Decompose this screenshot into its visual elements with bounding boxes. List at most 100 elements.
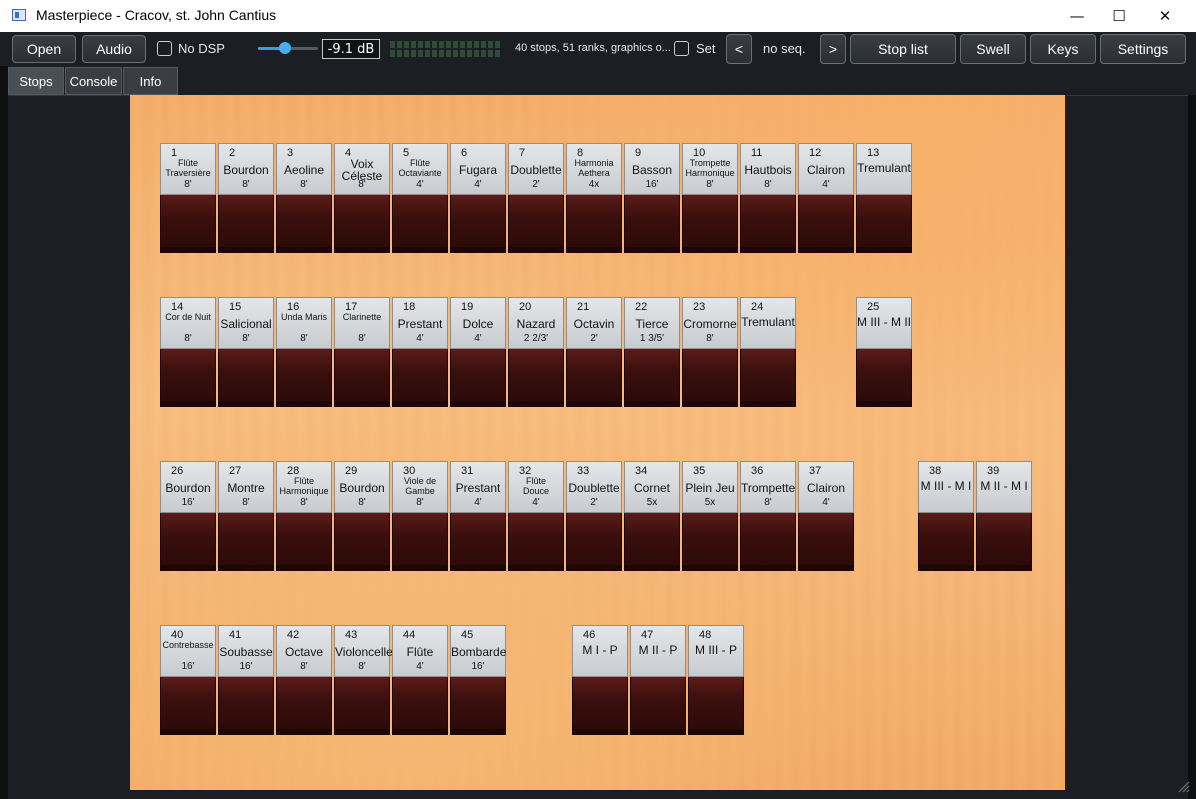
stop-tab[interactable]: 27 Montre 8' (218, 461, 274, 571)
stop-tab[interactable]: 19 Dolce 4' (450, 297, 506, 407)
stop-tab[interactable]: 34 Cornet 5x (624, 461, 680, 571)
stop-tab[interactable]: 11 Hautbois 8' (740, 143, 796, 253)
stop-number: 7 (519, 147, 526, 159)
stop-label-plate: 10 Trompette Harmonique 8' (682, 143, 738, 195)
stop-name: Prestant (397, 317, 443, 331)
stop-tab-body (508, 195, 564, 253)
stop-pitch: 16' (181, 661, 195, 672)
stop-name: Flûte (406, 645, 434, 659)
stop-list-button[interactable]: Stop list (850, 34, 956, 64)
stop-tab[interactable]: 7 Doublette 2' (508, 143, 564, 253)
stop-tab[interactable]: 45 Bombarde 16' (450, 625, 506, 735)
stop-tab[interactable]: 13 Tremulant (856, 143, 912, 253)
stop-name: Aeoline (283, 163, 325, 177)
stop-pitch: 1 3/5' (639, 333, 665, 344)
stop-pitch: 8' (242, 179, 250, 190)
stop-tab[interactable]: 35 Plein Jeu 5x (682, 461, 738, 571)
stop-tab[interactable]: 2 Bourdon 8' (218, 143, 274, 253)
stop-tab[interactable]: 3 Aeoline 8' (276, 143, 332, 253)
stop-tab[interactable]: 22 Tierce 1 3/5' (624, 297, 680, 407)
title-bar: Masterpiece - Cracov, st. John Cantius —… (0, 0, 1196, 32)
stop-tab[interactable]: 4 Voix Céleste 8' (334, 143, 390, 253)
stop-tab[interactable]: 43 Violoncelle 8' (334, 625, 393, 735)
stop-tab[interactable]: 12 Clairon 4' (798, 143, 854, 253)
stop-tab[interactable]: 41 Soubasse 16' (218, 625, 274, 735)
close-button[interactable]: ✕ (1142, 0, 1188, 32)
volume-slider-handle[interactable] (279, 42, 291, 54)
stop-tab[interactable]: 16 Unda Maris 8' (276, 297, 332, 407)
stop-tab[interactable]: 24 Tremulant (740, 297, 796, 407)
stop-tab[interactable]: 33 Doublette 2' (566, 461, 622, 571)
stop-tab[interactable]: 38 M III - M I (918, 461, 974, 571)
volume-slider[interactable] (258, 42, 318, 54)
stop-tab[interactable]: 40 Contrebasse 16' (160, 625, 216, 735)
stop-tab[interactable]: 29 Bourdon 8' (334, 461, 390, 571)
stop-tab[interactable]: 10 Trompette Harmonique 8' (682, 143, 738, 253)
keys-button[interactable]: Keys (1030, 34, 1096, 64)
tab-info[interactable]: Info (123, 67, 178, 95)
stop-tab[interactable]: 14 Cor de Nuit 8' (160, 297, 216, 407)
stop-name: Plein Jeu (685, 481, 735, 495)
stop-label-plate: 4 Voix Céleste 8' (334, 143, 390, 195)
stop-tab[interactable]: 36 Trompette 8' (740, 461, 796, 571)
stop-tab[interactable]: 30 Viole de Gambe 8' (392, 461, 448, 571)
stop-tab[interactable]: 17 Clarinette 8' (334, 297, 390, 407)
stop-tab[interactable]: 5 Flûte Octaviante 4' (392, 143, 448, 253)
no-dsp-label: No DSP (178, 41, 225, 56)
minimize-button[interactable]: — (1054, 0, 1100, 32)
stop-tab[interactable]: 18 Prestant 4' (392, 297, 448, 407)
tab-console[interactable]: Console (65, 67, 122, 95)
maximize-button[interactable]: ☐ (1096, 0, 1142, 32)
stop-tab-body (566, 349, 622, 407)
stop-tab[interactable]: 48 M III - P (688, 625, 744, 735)
stop-label-plate: 20 Nazard 2 2/3' (508, 297, 564, 349)
prev-seq-button[interactable]: < (726, 34, 752, 64)
stop-pitch: 8' (300, 179, 308, 190)
stop-tab-body (160, 349, 216, 407)
tab-stops[interactable]: Stops (8, 67, 64, 95)
swell-button[interactable]: Swell (960, 34, 1026, 64)
stop-tab[interactable]: 6 Fugara 4' (450, 143, 506, 253)
stop-tab[interactable]: 23 Cromorne 8' (682, 297, 738, 407)
stop-label-plate: 14 Cor de Nuit 8' (160, 297, 216, 349)
no-dsp-checkbox[interactable] (157, 41, 172, 56)
next-seq-button[interactable]: > (820, 34, 846, 64)
resize-grip-icon[interactable] (1176, 779, 1190, 793)
stop-tab-body (566, 195, 622, 253)
stop-tab[interactable]: 26 Bourdon 16' (160, 461, 216, 571)
stop-tab[interactable]: 8 Harmonia Aethera 4x (566, 143, 622, 253)
stop-label-plate: 5 Flûte Octaviante 4' (392, 143, 448, 195)
stop-tab-body (740, 513, 796, 571)
stop-tab[interactable]: 44 Flûte 4' (392, 625, 448, 735)
stop-tab[interactable]: 21 Octavin 2' (566, 297, 622, 407)
stop-label-plate: 27 Montre 8' (218, 461, 274, 513)
set-checkbox[interactable] (674, 41, 689, 56)
stop-tab[interactable]: 31 Prestant 4' (450, 461, 506, 571)
stop-label-plate: 37 Clairon 4' (798, 461, 854, 513)
stop-label-plate: 30 Viole de Gambe 8' (392, 461, 448, 513)
stop-tab[interactable]: 37 Clairon 4' (798, 461, 854, 571)
settings-button[interactable]: Settings (1100, 34, 1186, 64)
stop-tab[interactable]: 42 Octave 8' (276, 625, 332, 735)
stop-label-plate: 41 Soubasse 16' (218, 625, 274, 677)
stop-tab[interactable]: 9 Basson 16' (624, 143, 680, 253)
stop-label-plate: 17 Clarinette 8' (334, 297, 390, 349)
stop-tab-body (798, 195, 854, 253)
stop-tab[interactable]: 28 Flûte Harmonique 8' (276, 461, 332, 571)
stop-tab[interactable]: 15 Salicional 8' (218, 297, 274, 407)
audio-button[interactable]: Audio (82, 35, 146, 63)
stop-tab[interactable]: 25 M III - M II (856, 297, 912, 407)
stop-tab[interactable]: 1 Flûte Traversière 8' (160, 143, 216, 253)
stop-tab-body (160, 195, 216, 253)
stop-number: 33 (577, 465, 590, 477)
stop-name: Doublette (568, 481, 620, 495)
stop-tab-body (276, 677, 332, 735)
stop-tab[interactable]: 39 M II - M I (976, 461, 1032, 571)
stop-tab[interactable]: 46 M I - P (572, 625, 628, 735)
open-button[interactable]: Open (12, 35, 76, 63)
stop-tab[interactable]: 47 M II - P (630, 625, 686, 735)
stop-tab[interactable]: 20 Nazard 2 2/3' (508, 297, 564, 407)
stop-tab[interactable]: 32 Flûte Douce 4' (508, 461, 564, 571)
stop-pitch: 16' (645, 179, 659, 190)
level-meter-segment (404, 50, 409, 57)
